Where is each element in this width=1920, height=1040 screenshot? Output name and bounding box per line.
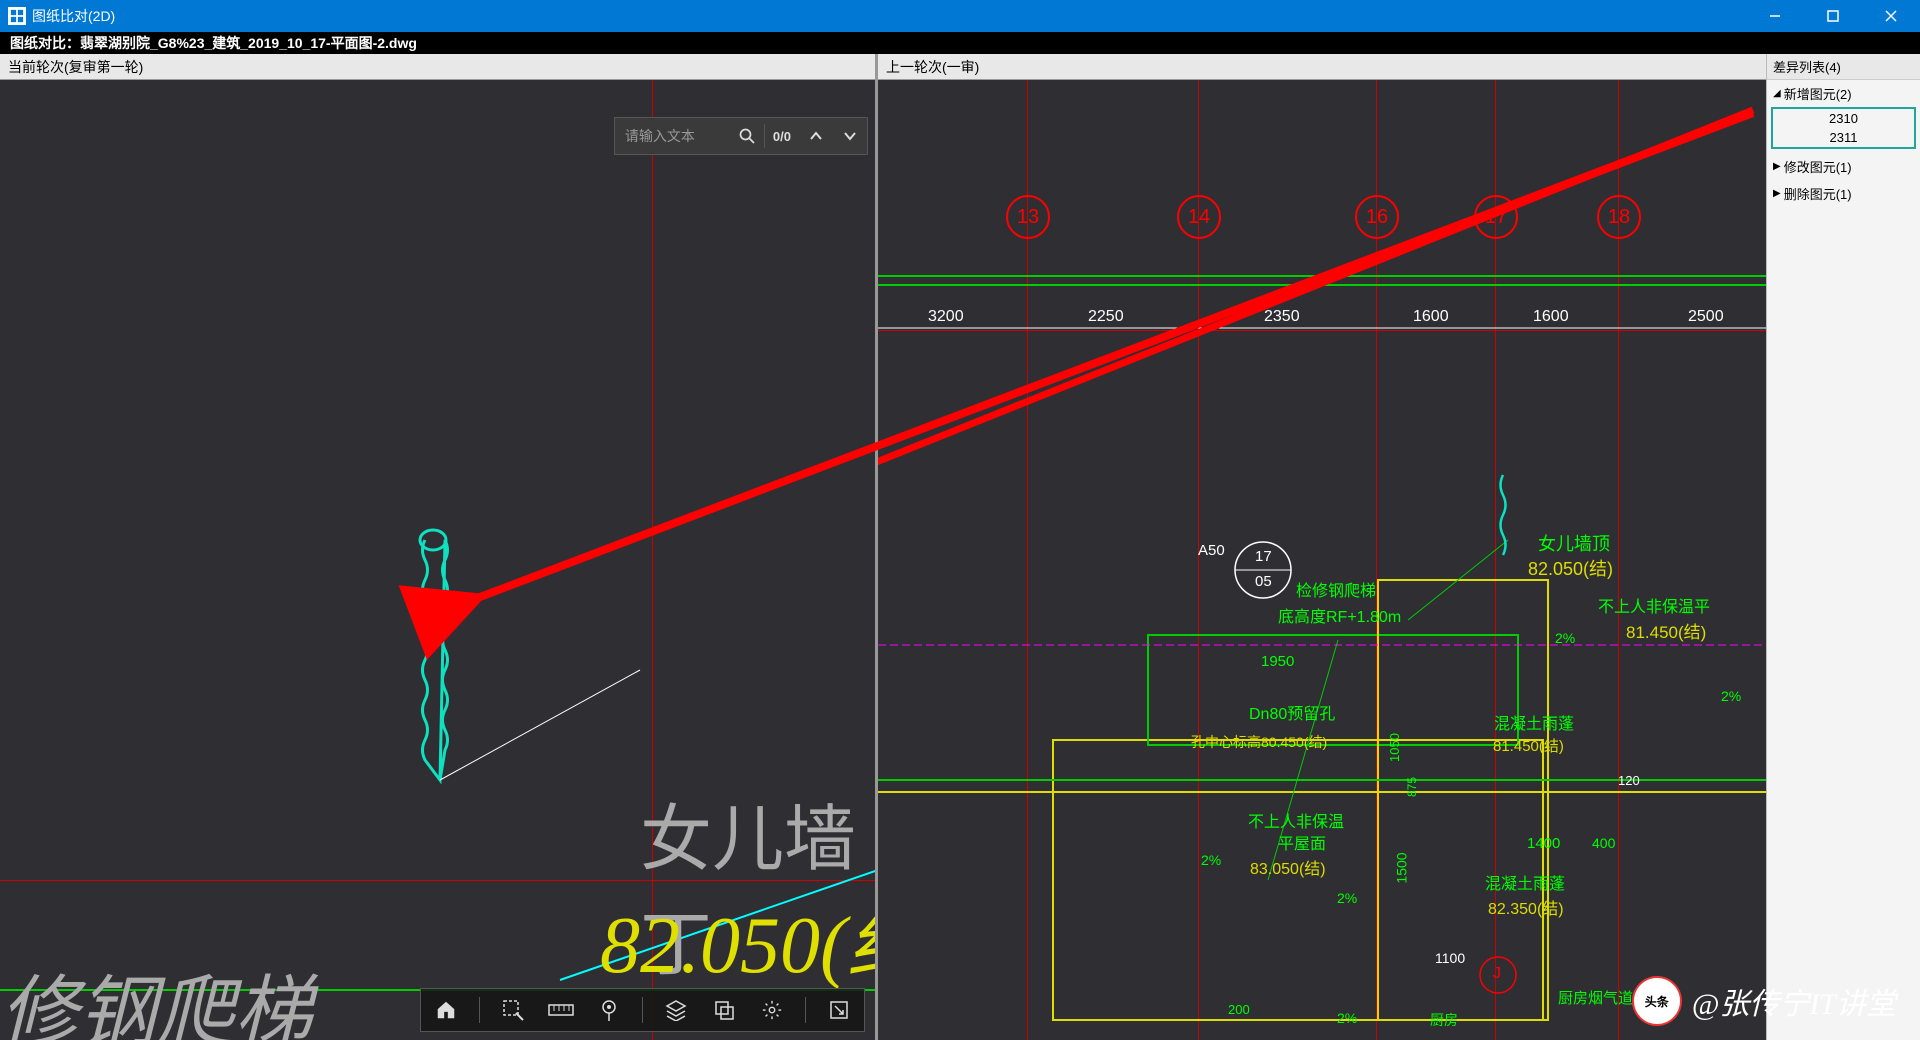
- dim-label: 1600: [1413, 308, 1449, 326]
- cad-label: 82.050(结): [1528, 555, 1613, 581]
- next-match-icon[interactable]: [833, 118, 867, 154]
- label-ladder: 修钢爬梯: [0, 950, 312, 1040]
- cad-label: 厨房: [1430, 1010, 1458, 1030]
- right-pane[interactable]: 上一轮次(一审): [878, 54, 1920, 1040]
- fullscreen-icon[interactable]: [824, 995, 854, 1025]
- cad-label: 混凝土雨蓬: [1485, 870, 1565, 894]
- sidebar-title: 差异列表(4): [1767, 54, 1920, 80]
- copy-icon[interactable]: [709, 995, 739, 1025]
- search-count: 0/0: [765, 129, 799, 144]
- dim-label: 2500: [1688, 308, 1724, 326]
- watermark-text: @张传宁IT讲堂: [1692, 979, 1896, 1023]
- cad-label: 200: [1228, 1002, 1250, 1017]
- right-canvas[interactable]: 13 14 16 17 18 3200 2250 2350 1600 1600 …: [878, 80, 1920, 1040]
- window-title: 图纸比对(2D): [32, 6, 115, 26]
- close-button[interactable]: [1862, 0, 1920, 32]
- grid-bubble: 17: [1474, 195, 1518, 239]
- cad-label: 120: [1618, 773, 1640, 788]
- subtitle-prefix: 图纸对比：: [10, 33, 80, 53]
- cad-label: 2%: [1721, 688, 1741, 704]
- cad-label: 2%: [1555, 630, 1575, 646]
- cad-label: 检修钢爬梯: [1296, 577, 1376, 601]
- titlebar: 图纸比对(2D): [0, 0, 1920, 32]
- list-item[interactable]: 2310: [1773, 109, 1914, 128]
- cad-label: 875: [1405, 777, 1419, 797]
- cad-label: 女儿墙顶: [1538, 530, 1610, 556]
- tool-palette: [420, 988, 865, 1032]
- sidebar-group-modified[interactable]: ▶修改图元(1): [1767, 153, 1920, 180]
- cad-label: 1100: [1435, 950, 1465, 966]
- cad-label: 81.450(结): [1493, 735, 1564, 756]
- cad-label: Dn80预留孔: [1249, 700, 1335, 724]
- breadcrumb: 图纸对比： 翡翠湖别院_G8%23_建筑_2019_10_17-平面图-2.dw…: [0, 32, 1920, 54]
- cad-label: 孔中心标高80.450(结): [1191, 732, 1327, 752]
- search-bar: 0/0: [614, 117, 868, 155]
- cad-label: 17: [1255, 548, 1272, 565]
- zoom-window-icon[interactable]: [498, 995, 528, 1025]
- dim-label: 1600: [1533, 308, 1569, 326]
- grid-bubble: 18: [1597, 195, 1641, 239]
- app-icon: [8, 7, 26, 25]
- marker-icon[interactable]: [594, 995, 624, 1025]
- dim-label: 2350: [1264, 308, 1300, 326]
- search-icon[interactable]: [730, 118, 764, 154]
- cad-label: 83.050(结): [1250, 855, 1326, 879]
- grid-bubble: 16: [1355, 195, 1399, 239]
- cad-label: 400: [1592, 835, 1615, 851]
- cad-label: 2%: [1337, 1010, 1357, 1026]
- minimize-button[interactable]: [1746, 0, 1804, 32]
- layers-icon[interactable]: [661, 995, 691, 1025]
- window-controls: [1746, 0, 1920, 32]
- cad-label: 81.450(结): [1626, 618, 1706, 643]
- left-canvas[interactable]: 女儿墙丁 82.050(约 修钢爬梯 0/0: [0, 80, 875, 1040]
- grid-bubble: 14: [1177, 195, 1221, 239]
- list-item[interactable]: 2311: [1773, 128, 1914, 147]
- cad-label: 82.350(结): [1488, 895, 1564, 919]
- cad-label: 05: [1255, 573, 1272, 590]
- subtitle-file: 翡翠湖别院_G8%23_建筑_2019_10_17-平面图-2.dwg: [80, 33, 417, 53]
- measure-icon[interactable]: [546, 995, 576, 1025]
- cad-label: J: [1493, 965, 1501, 983]
- search-input[interactable]: [615, 118, 730, 154]
- chevron-right-icon: ▶: [1773, 188, 1781, 199]
- watermark: 头条 @张传宁IT讲堂: [1632, 976, 1896, 1026]
- home-icon[interactable]: [431, 995, 461, 1025]
- cad-label: 2%: [1201, 852, 1221, 868]
- dim-label: 3200: [928, 308, 964, 326]
- left-pane[interactable]: 当前轮次(复审第一轮) 女儿墙丁 82.050(约 修钢爬梯: [0, 54, 878, 1040]
- sidebar-selected-box: 2310 2311: [1771, 107, 1916, 149]
- dim-label: 2250: [1088, 308, 1124, 326]
- cad-label: 平屋面: [1278, 830, 1326, 854]
- settings-icon[interactable]: [757, 995, 787, 1025]
- maximize-button[interactable]: [1804, 0, 1862, 32]
- cad-label: 1500: [1394, 852, 1410, 883]
- cad-label: 1050: [1387, 733, 1402, 762]
- cad-label: 不上人非保温平: [1598, 593, 1710, 617]
- cad-label: 1400: [1527, 835, 1560, 852]
- cad-label: A50: [1198, 542, 1225, 559]
- right-pane-header: 上一轮次(一审): [878, 54, 1920, 80]
- sidebar-group-added[interactable]: ◢新增图元(2): [1767, 80, 1920, 107]
- diff-sidebar: 差异列表(4) ◢新增图元(2) 2310 2311 ▶修改图元(1) ▶删除图…: [1766, 54, 1920, 1040]
- watermark-logo: 头条: [1632, 976, 1682, 1026]
- cad-label: 底高度RF+1.80m: [1278, 603, 1401, 627]
- chevron-right-icon: ▶: [1773, 161, 1781, 172]
- cad-label: 2%: [1337, 890, 1357, 906]
- cad-label: 1950: [1261, 653, 1294, 670]
- left-pane-header: 当前轮次(复审第一轮): [0, 54, 875, 80]
- grid-bubble: 13: [1006, 195, 1050, 239]
- prev-match-icon[interactable]: [799, 118, 833, 154]
- label-elevation: 82.050(约: [600, 880, 878, 996]
- cad-label: 混凝土雨蓬: [1494, 710, 1574, 734]
- chevron-down-icon: ◢: [1773, 88, 1781, 99]
- sidebar-group-deleted[interactable]: ▶删除图元(1): [1767, 180, 1920, 207]
- cad-label: 不上人非保温: [1248, 808, 1344, 832]
